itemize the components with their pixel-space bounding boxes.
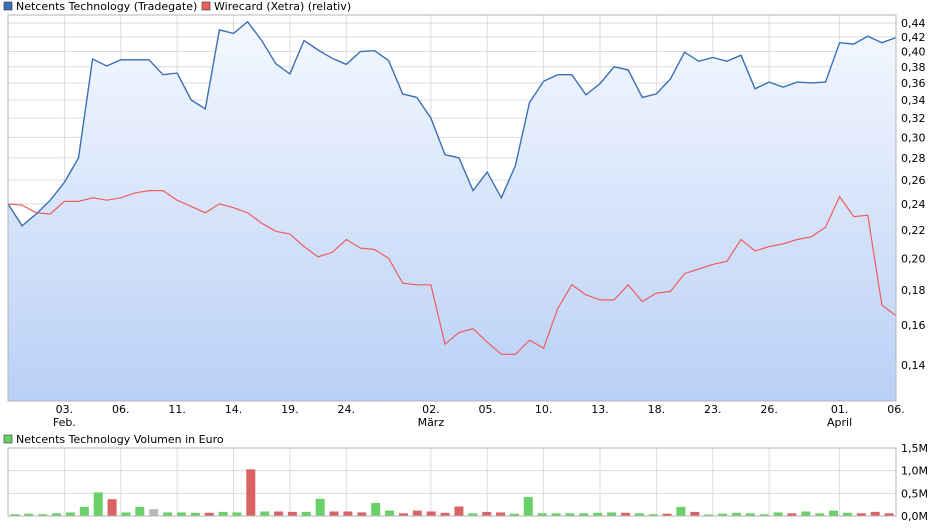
main-x-month-label: Feb.: [53, 416, 76, 429]
legend-swatch-volume: [3, 434, 13, 444]
legend-label-volume: Netcents Technology Volumen in Euro: [16, 433, 224, 446]
volume-bar: [523, 497, 533, 516]
volume-bar: [412, 510, 422, 516]
legend-swatch-wirecard: [201, 1, 211, 11]
volume-bar: [274, 511, 284, 516]
volume-plot-frame: [7, 447, 897, 517]
legend-label-wirecard: Wirecard (Xetra) (relativ): [214, 0, 351, 13]
main-y-tick-label: 0,14: [901, 359, 926, 372]
volume-bar: [496, 512, 506, 516]
volume-bar: [218, 511, 228, 516]
volume-bar: [315, 498, 325, 516]
main-x-tick-label: 06.: [887, 403, 905, 416]
volume-bar: [676, 506, 686, 516]
volume-bar: [121, 512, 131, 516]
volume-bar: [65, 512, 75, 516]
main-x-month-label: März: [418, 416, 445, 429]
main-x-tick-label: 14.: [225, 403, 243, 416]
main-x-tick-label: 13.: [591, 403, 609, 416]
volume-bar: [357, 512, 367, 516]
volume-bar: [163, 512, 173, 516]
volume-bar: [260, 511, 270, 516]
volume-bars: [10, 469, 894, 516]
main-y-tick-label: 0,18: [901, 284, 926, 297]
volume-bar: [287, 511, 297, 516]
volume-bar: [607, 512, 617, 516]
volume-bar: [176, 512, 186, 516]
main-y-tick-label: 0,42: [901, 31, 926, 44]
volume-bar: [301, 511, 311, 516]
volume-bar: [482, 511, 492, 516]
main-x-tick-label: 23.: [704, 403, 722, 416]
volume-bar: [829, 510, 839, 516]
volume-y-tick-label: 1,5M: [901, 442, 928, 455]
stock-chart: Netcents Technology (Tradegate) Wirecard…: [3, 0, 928, 523]
volume-y-axis: 0,0M 0,5M 1,0M 1,5M: [901, 442, 928, 523]
main-x-tick-label: 05.: [478, 403, 496, 416]
volume-bar: [385, 510, 395, 516]
main-y-tick-label: 0,34: [901, 94, 926, 107]
volume-bar: [232, 512, 242, 516]
main-y-tick-label: 0,40: [901, 45, 926, 58]
volume-bar: [246, 469, 256, 516]
main-y-axis: 0,14 0,16 0,18 0,20 0,22 0,24 0,26 0,28 0,30 0,32…: [901, 17, 926, 372]
main-y-tick-label: 0,20: [901, 252, 926, 265]
legend-swatch-netcents: [3, 1, 13, 11]
volume-bar: [870, 511, 880, 516]
main-x-tick-label: 11.: [168, 403, 186, 416]
main-legend: Netcents Technology (Tradegate) Wirecard…: [3, 0, 351, 13]
main-x-tick-label: 18.: [648, 403, 666, 416]
volume-bar: [329, 511, 339, 516]
main-y-tick-label: 0,38: [901, 61, 926, 74]
main-x-tick-label: 24.: [338, 403, 356, 416]
main-x-tick-label: 10.: [535, 403, 553, 416]
volume-bar: [93, 492, 103, 516]
netcents-area-fill: [8, 21, 896, 401]
main-x-tick-label: 26.: [760, 403, 778, 416]
volume-bar: [690, 511, 700, 516]
volume-y-tick-label: 0,0M: [901, 510, 928, 523]
volume-bar: [343, 511, 353, 516]
volume-bar: [79, 506, 89, 516]
volume-bar: [371, 502, 381, 516]
main-y-tick-label: 0,32: [901, 112, 926, 125]
main-y-tick-label: 0,24: [901, 198, 926, 211]
main-y-tick-label: 0,36: [901, 77, 926, 90]
main-y-tick-label: 0,16: [901, 319, 926, 332]
chart-root: Netcents Technology (Tradegate) Wirecard…: [0, 0, 940, 526]
volume-bar: [426, 511, 436, 516]
main-x-axis: 03.Feb. 06. 11. 14. 19. 24. 02.März 05. 10. 13. 18…: [53, 403, 905, 429]
volume-bar: [801, 511, 811, 516]
main-y-tick-label: 0,28: [901, 152, 926, 165]
volume-bar: [773, 512, 783, 516]
main-x-tick-label: 03.: [56, 403, 74, 416]
volume-bar: [107, 499, 117, 516]
main-x-tick-label: 06.: [112, 403, 130, 416]
main-x-tick-label: 02.: [422, 403, 440, 416]
main-y-tick-label: 0,44: [901, 17, 926, 30]
main-y-tick-label: 0,22: [901, 224, 926, 237]
main-x-tick-label: 01.: [831, 403, 849, 416]
main-y-tick-label: 0,30: [901, 131, 926, 144]
volume-legend: Netcents Technology Volumen in Euro: [3, 433, 224, 446]
main-y-tick-label: 0,26: [901, 174, 926, 187]
volume-bar: [135, 506, 145, 516]
volume-bar: [149, 509, 159, 516]
main-x-month-label: April: [827, 416, 852, 429]
volume-grid: [8, 447, 897, 517]
volume-y-tick-label: 0,5M: [901, 487, 928, 500]
main-x-tick-label: 19.: [281, 403, 299, 416]
volume-y-tick-label: 1,0M: [901, 465, 928, 478]
legend-label-netcents: Netcents Technology (Tradegate): [16, 0, 197, 13]
volume-bar: [454, 506, 464, 516]
